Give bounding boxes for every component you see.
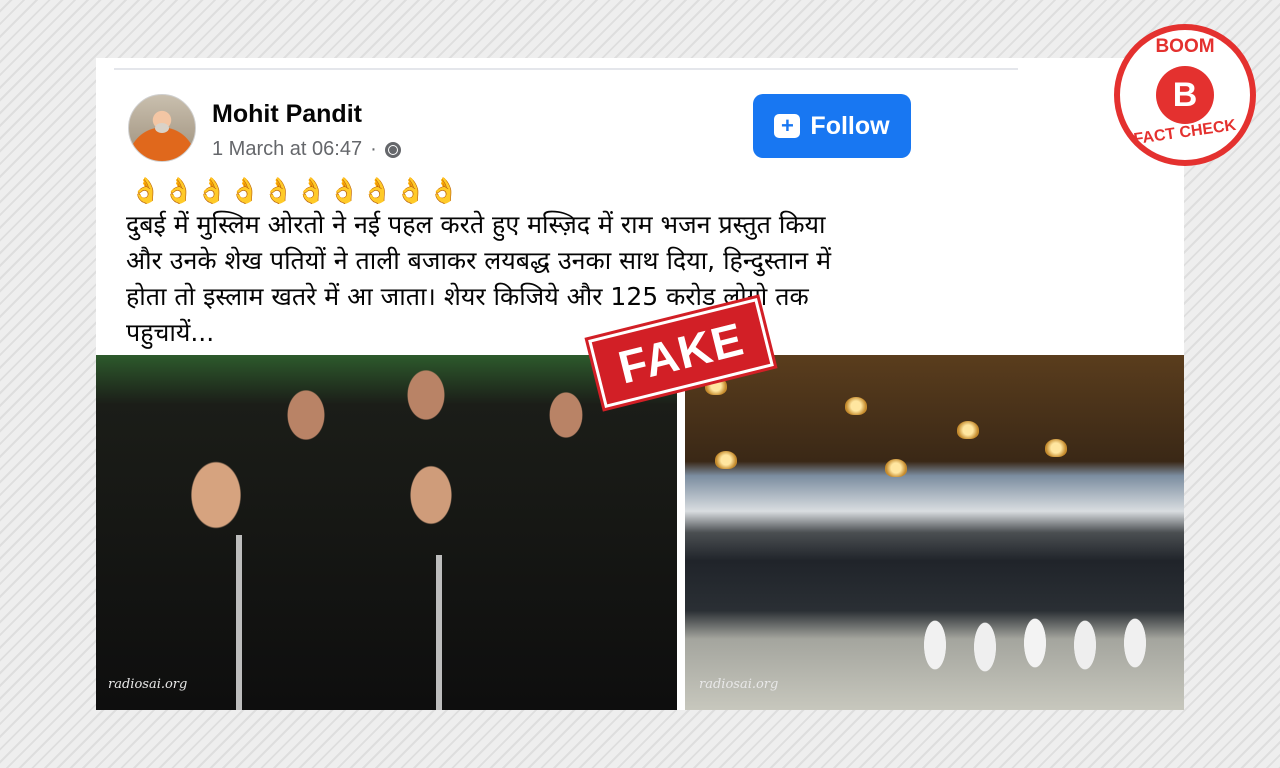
meta-separator: · — [370, 138, 377, 160]
chandelier — [957, 421, 979, 439]
author-name[interactable]: Mohit Pandit — [212, 100, 362, 129]
post-timestamp[interactable]: 1 March at 06:47 — [212, 138, 362, 161]
ok-hand-emojis: 👌👌👌👌👌👌👌👌👌👌 — [130, 176, 462, 205]
photo-hall-gathering[interactable]: radiosai.org — [685, 355, 1184, 710]
photo-women-singing[interactable]: radiosai.org — [96, 355, 677, 710]
chandelier — [845, 397, 867, 415]
divider — [114, 68, 1018, 70]
microphone-stand — [236, 535, 242, 710]
left-watermark: radiosai.org — [108, 677, 188, 692]
post-text-line: दुबई में मुस्लिम ओरतो ने नई पहल करते हुए… — [126, 210, 826, 239]
chandelier — [715, 451, 737, 469]
boom-badge-letter: B — [1156, 66, 1214, 124]
post-text-line: पहुचायें... — [126, 318, 215, 347]
follow-icon — [774, 114, 801, 138]
right-watermark: radiosai.org — [699, 677, 779, 692]
boom-fact-check-logo: BOOM B FACT CHECK — [1114, 24, 1256, 166]
avatar-beard — [155, 123, 169, 133]
microphone-stand — [436, 555, 442, 710]
post-meta: 1 March at 06:47 · — [212, 138, 401, 161]
post-text: दुबई में मुस्लिम ओरतो ने नई पहल करते हुए… — [126, 207, 946, 351]
boom-badge-top: BOOM — [1155, 36, 1215, 57]
post-text-line: होता तो इस्लाम खतरे में आ जाता। शेयर किज… — [126, 282, 809, 311]
post-text-line: और उनके शेख पतियों ने ताली बजाकर लयबद्ध … — [126, 246, 832, 275]
post-media: radiosai.org radiosai.org — [96, 355, 1184, 710]
follow-button[interactable]: Follow — [753, 94, 911, 158]
chandelier — [885, 459, 907, 477]
globe-icon[interactable] — [384, 141, 401, 158]
chandelier — [1045, 439, 1067, 457]
follow-button-label: Follow — [810, 111, 890, 140]
author-avatar[interactable] — [128, 94, 196, 162]
seated-people — [905, 585, 1184, 695]
